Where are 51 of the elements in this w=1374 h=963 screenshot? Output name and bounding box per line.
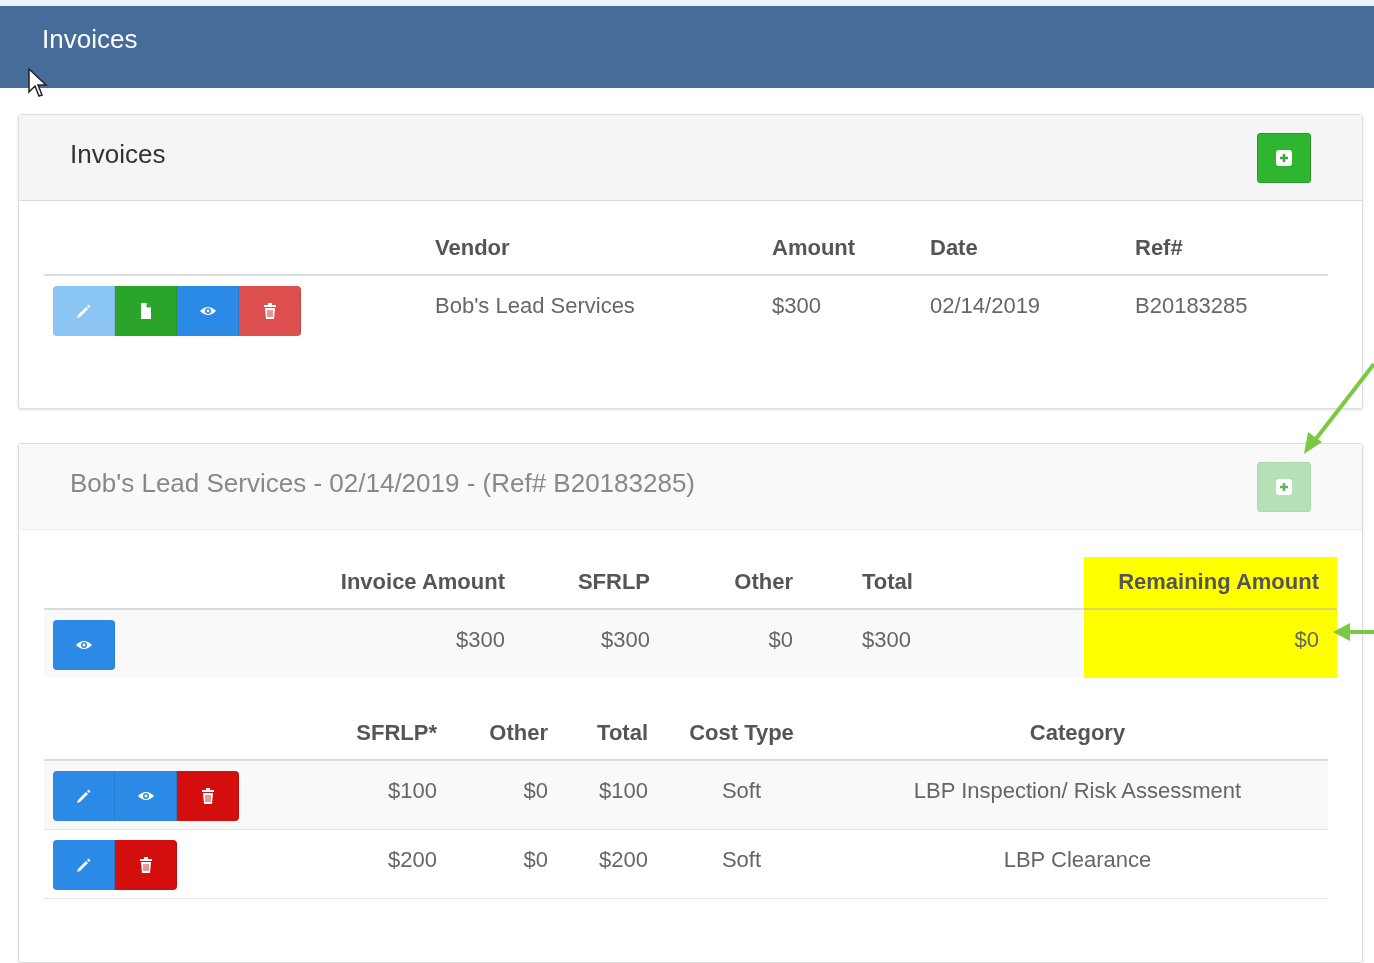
table-cell: $100	[599, 778, 648, 803]
page-title: Invoices	[42, 24, 138, 54]
table-cell: $0	[1294, 627, 1319, 652]
table-cell: $200	[388, 847, 437, 872]
table-cell: $300	[601, 627, 650, 652]
view-button[interactable]	[177, 286, 239, 336]
column-header: Ref#	[1135, 235, 1183, 260]
column-header: Amount	[772, 235, 856, 260]
table-cell: Soft	[721, 847, 762, 872]
column-header: SFRLP	[577, 569, 650, 594]
table-cell: 02/14/2019	[930, 293, 1041, 318]
column-header: Vendor	[435, 235, 510, 260]
panel-title: Bob's Lead Services - 02/14/2019 - (Ref# B20183285)	[70, 467, 696, 500]
table-cell: LBP Clearance	[1003, 847, 1152, 872]
table-cell: $300	[862, 627, 911, 652]
table-cell: LBP Inspection/ Risk Assessment	[913, 778, 1242, 803]
document-button[interactable]	[115, 286, 177, 336]
delete-button[interactable]	[239, 286, 301, 336]
column-header: Invoice Amount	[340, 569, 505, 594]
edit-icon	[74, 787, 93, 805]
column-header: Date	[930, 235, 978, 260]
plus-icon	[1276, 150, 1292, 166]
plus-icon	[1276, 479, 1292, 495]
edit-icon	[74, 302, 93, 320]
table-cell: $0	[768, 627, 793, 652]
edit-button[interactable]	[53, 771, 115, 821]
table-cell: $200	[599, 847, 648, 872]
column-header: Other	[734, 569, 793, 594]
table-cell: $0	[523, 847, 548, 872]
arrow	[1332, 620, 1374, 644]
table-cell: $300	[456, 627, 505, 652]
table-cell: B20183285	[1135, 293, 1248, 318]
column-header: Total	[862, 569, 913, 594]
delete-button[interactable]	[177, 771, 239, 821]
delete-button[interactable]	[115, 840, 177, 890]
column-header: Cost Type	[689, 720, 794, 745]
panel-title: Invoices	[70, 138, 166, 171]
edit-icon	[74, 856, 93, 874]
column-header: Category	[1029, 720, 1126, 745]
column-header: Other	[489, 720, 548, 745]
table-cell: $100	[388, 778, 437, 803]
add-button[interactable]	[1257, 133, 1311, 183]
column-header: SFRLP*	[356, 720, 437, 745]
table-cell: $300	[772, 293, 821, 318]
column-header: Remaining Amount	[1118, 569, 1319, 594]
mouse-cursor-icon	[28, 68, 48, 100]
table-cell: $0	[523, 778, 548, 803]
table-cell: Soft	[721, 778, 762, 803]
column-header: Total	[597, 720, 648, 745]
table-cell: Bob's Lead Services	[435, 293, 635, 318]
view-button[interactable]	[53, 620, 115, 670]
